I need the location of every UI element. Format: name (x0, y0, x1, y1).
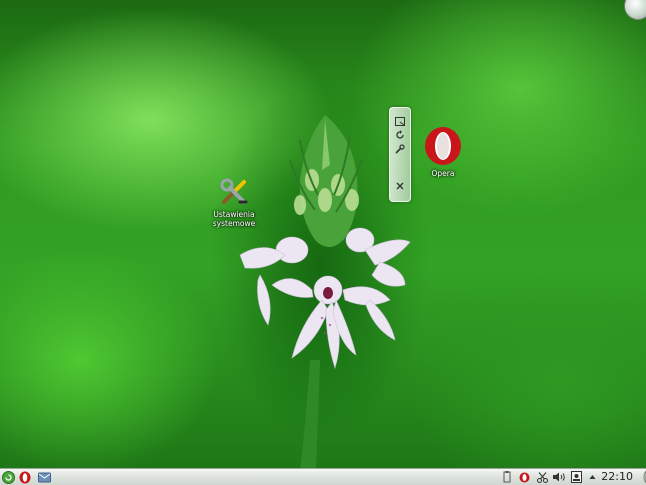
configure-icon[interactable] (393, 143, 407, 155)
clipboard-icon[interactable] (502, 470, 512, 484)
scissors-icon[interactable] (536, 470, 548, 484)
volume-icon[interactable] (552, 470, 565, 484)
desktop-icon-label: Opera (431, 169, 455, 178)
close-icon[interactable] (393, 180, 407, 192)
desktop-icon-system-settings[interactable]: Ustawienia systemowe (206, 176, 262, 228)
panel-toolbox-icon[interactable] (635, 470, 646, 484)
opera-tray-icon[interactable] (518, 470, 530, 484)
resize-icon[interactable] (393, 115, 407, 127)
device-notifier-icon[interactable] (570, 470, 583, 484)
rotate-icon[interactable] (393, 129, 407, 141)
desktop-icon-label: Ustawienia (213, 210, 255, 219)
tools-icon (220, 178, 248, 204)
wallpaper-flower (210, 80, 430, 470)
taskbar-panel: 22:10 (0, 468, 646, 485)
desktop-icon-label: systemowe (212, 219, 256, 228)
tray-arrow-icon[interactable] (588, 470, 597, 484)
applet-handle[interactable] (389, 107, 411, 202)
opera-launcher-icon[interactable] (18, 470, 32, 484)
panel-clock[interactable]: 22:10 (601, 470, 633, 484)
opera-icon (425, 127, 461, 165)
kickoff-menu-icon[interactable] (1, 470, 15, 484)
desktop-icon-opera[interactable]: Opera (420, 125, 466, 178)
mail-icon[interactable] (37, 470, 51, 484)
